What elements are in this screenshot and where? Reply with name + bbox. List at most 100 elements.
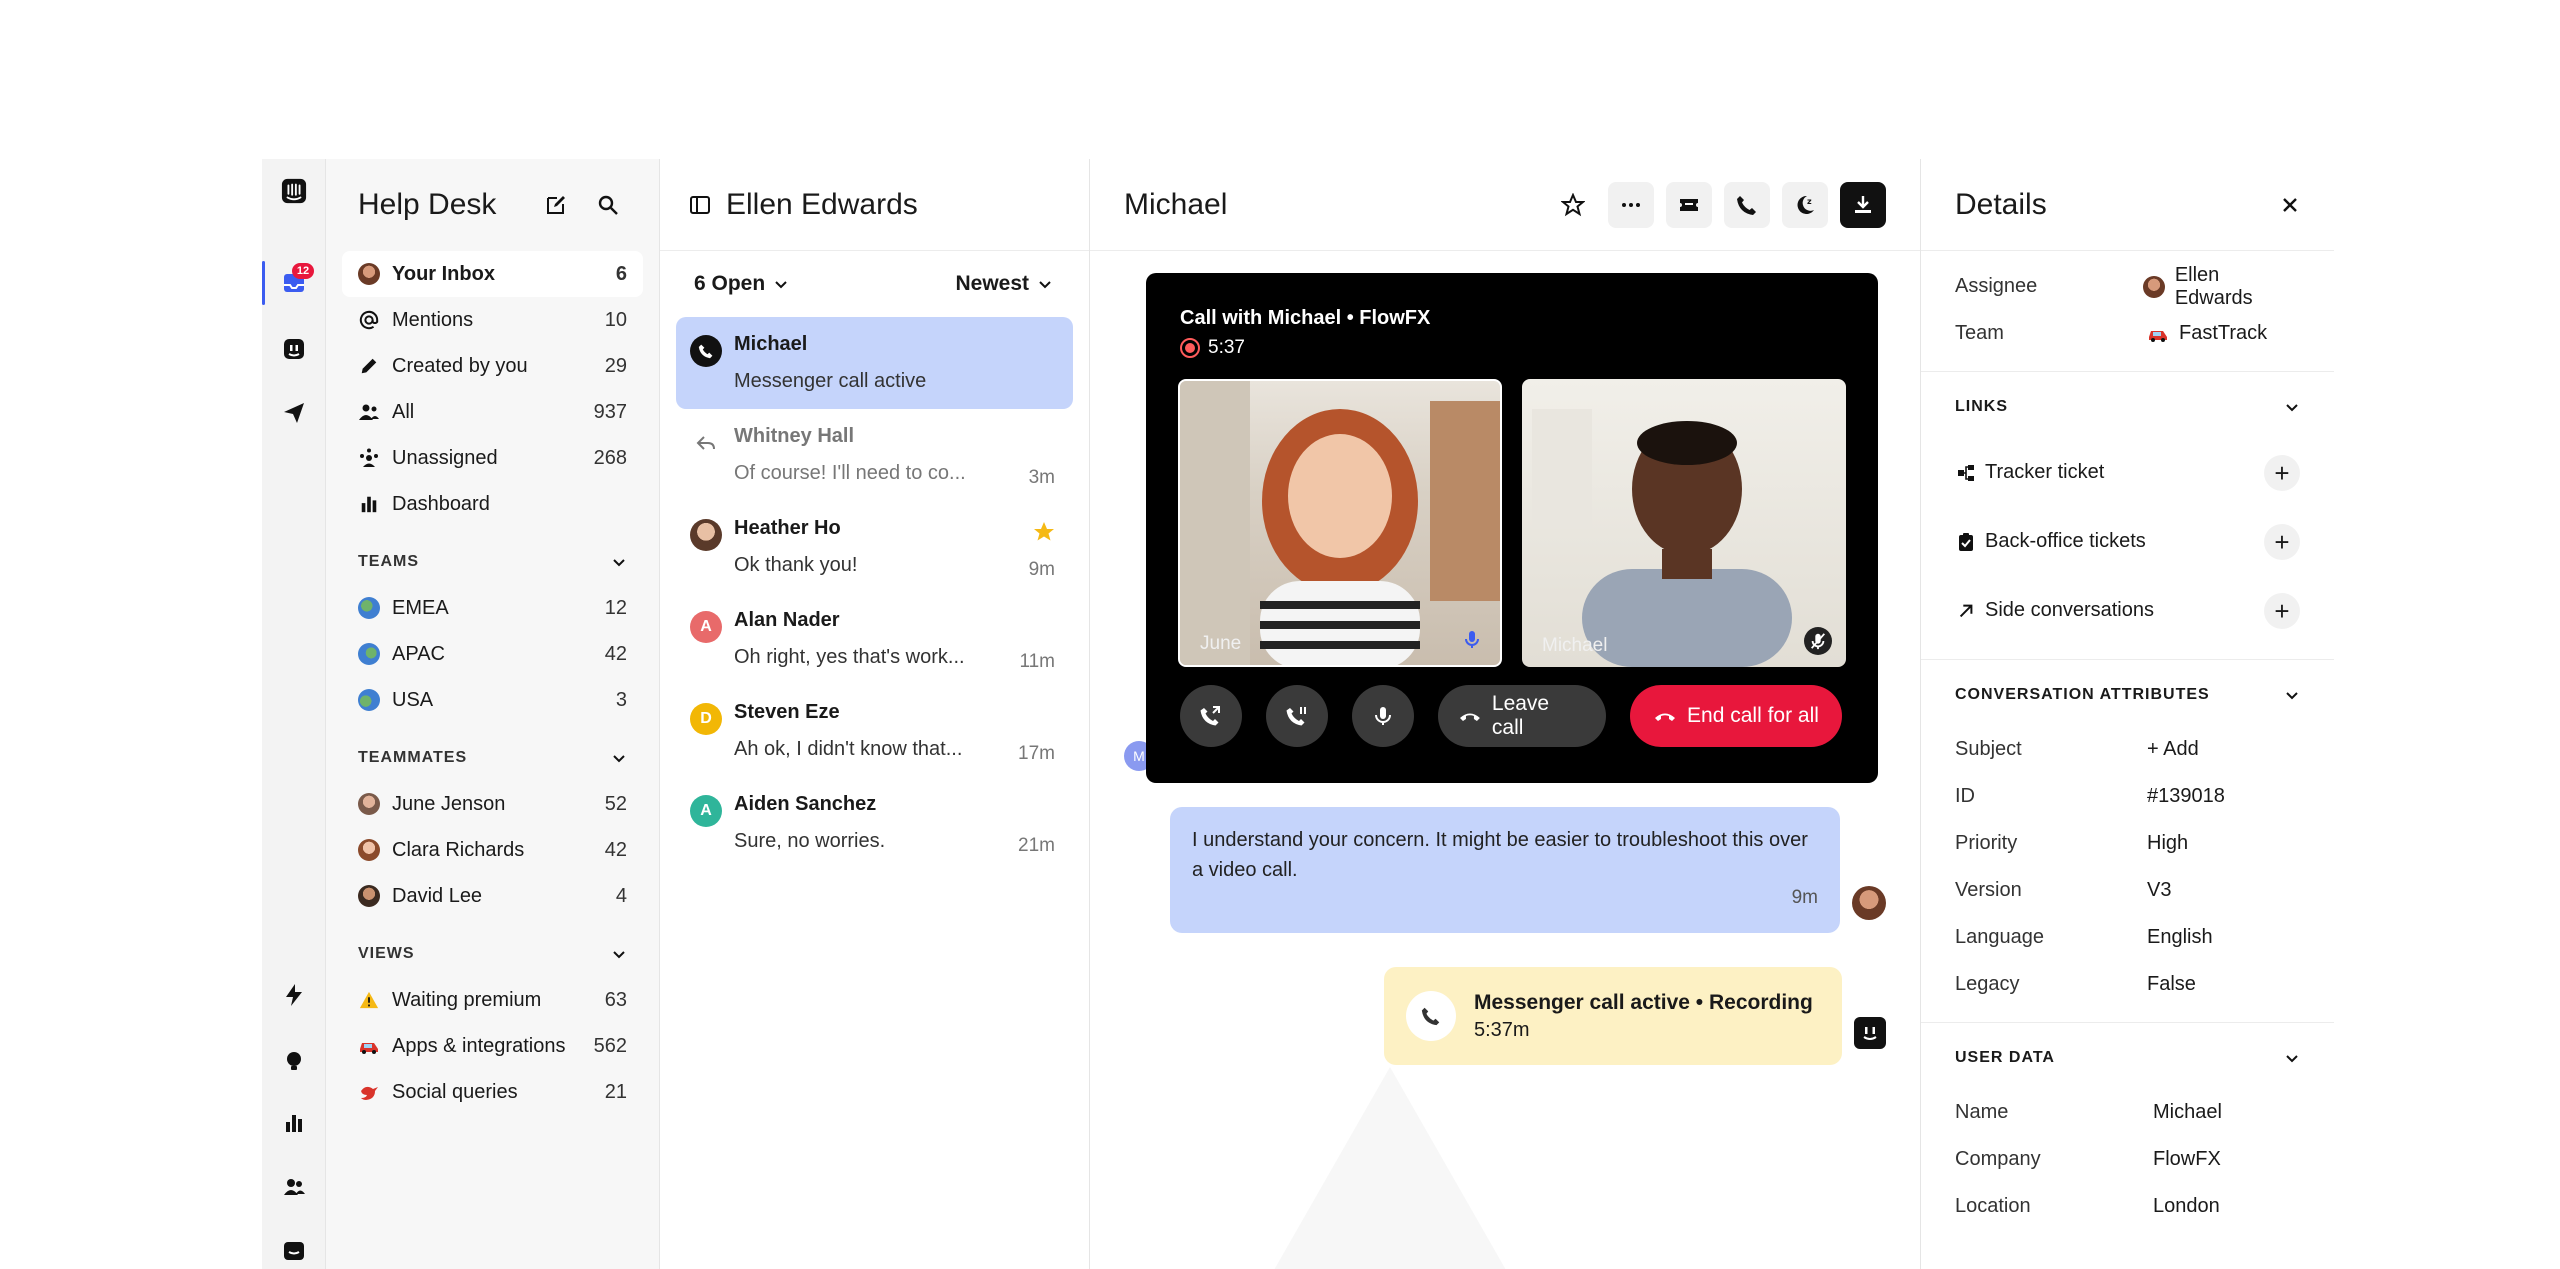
- field-value: V3: [2147, 879, 2172, 901]
- sidebar-item-june-jenson[interactable]: June Jenson 52: [342, 781, 643, 827]
- add-back-office-ticket-button[interactable]: +: [2264, 523, 2300, 560]
- star-button[interactable]: [1550, 182, 1596, 228]
- attribute-subject[interactable]: Subject + Add: [1921, 726, 2334, 773]
- conversation-preview: Ah ok, I didn't know that...: [734, 738, 963, 760]
- attribute-language[interactable]: Language English: [1921, 914, 2334, 961]
- search-icon[interactable]: [589, 186, 627, 224]
- sidebar-item-unassigned[interactable]: Unassigned 268: [342, 435, 643, 481]
- conversation-item-michael[interactable]: Michael Messenger call active: [676, 317, 1073, 409]
- participant-name: June: [1200, 633, 1242, 654]
- views-section-header[interactable]: VIEWS: [342, 919, 643, 977]
- links-block: LINKS Tracker ticket + Back-office ticke…: [1921, 372, 2334, 660]
- sidebar-item-mentions[interactable]: Mentions 10: [342, 297, 643, 343]
- team-row[interactable]: Team FastTrack: [1921, 310, 2334, 357]
- sidebar-item-social-queries[interactable]: Social queries 21: [342, 1069, 643, 1115]
- sidebar-item-all[interactable]: All 937: [342, 389, 643, 435]
- conversation-list: Ellen Edwards 6 Open Newest Michael Mess…: [660, 159, 1090, 1269]
- call-timer: 5:37: [1180, 337, 1245, 359]
- conversation-item-heather-ho[interactable]: Heather Ho Ok thank you! 9m: [676, 501, 1073, 593]
- participant-video-june[interactable]: June: [1178, 379, 1502, 667]
- end-call-label: End call for all: [1687, 704, 1819, 727]
- sidebar-item-count: 268: [593, 446, 627, 469]
- sidebar-item-usa[interactable]: USA 3: [342, 677, 643, 723]
- call-button[interactable]: [1724, 181, 1770, 228]
- field-value: High: [2147, 832, 2189, 854]
- chevron-down-icon: [613, 755, 625, 763]
- sidebar-item-count: 4: [615, 884, 627, 907]
- sidebar-item-dashboard[interactable]: Dashboard: [342, 481, 643, 527]
- conversation-name: Whitney Hall: [734, 425, 855, 447]
- conversation-item-alan-nader[interactable]: A Alan Nader Oh right, yes that's work..…: [676, 593, 1073, 685]
- close-icon[interactable]: [2280, 195, 2300, 215]
- assignee-row[interactable]: Assignee Ellen Edwards: [1921, 263, 2334, 310]
- end-call-for-all-button[interactable]: End call for all: [1630, 685, 1842, 747]
- sidebar-item-david-lee[interactable]: David Lee 4: [342, 873, 643, 919]
- conversation-header: Michael z: [1090, 159, 1920, 251]
- field-label: Location: [1955, 1195, 2031, 1217]
- mute-button[interactable]: [1352, 685, 1414, 747]
- add-side-conversation-button[interactable]: +: [2264, 592, 2300, 629]
- snooze-button[interactable]: z: [1782, 181, 1828, 228]
- ticket-button[interactable]: [1666, 181, 1712, 228]
- teams-section-header[interactable]: TEAMS: [342, 527, 643, 585]
- attribute-version[interactable]: Version V3: [1921, 867, 2334, 914]
- messenger-rail-button[interactable]: [262, 1223, 326, 1269]
- intercom-logo-icon[interactable]: [262, 163, 326, 219]
- compose-icon[interactable]: [537, 186, 575, 224]
- chevron-down-icon: [613, 559, 625, 567]
- status-filter-label: 6 Open: [694, 272, 766, 295]
- add-subject-link[interactable]: + Add: [2147, 738, 2199, 761]
- status-filter-dropdown[interactable]: 6 Open: [694, 272, 789, 296]
- sort-label: Newest: [955, 272, 1029, 295]
- link-tracker-ticket[interactable]: Tracker ticket +: [1921, 438, 2334, 507]
- sidebar-item-created-by-you[interactable]: Created by you 29: [342, 343, 643, 389]
- attribute-id: ID #139018: [1921, 773, 2334, 820]
- attribute-priority[interactable]: Priority High: [1921, 820, 2334, 867]
- conversation-preview: Sure, no worries.: [734, 830, 886, 852]
- avatar: [358, 885, 380, 907]
- links-section-header[interactable]: LINKS: [1921, 376, 2334, 438]
- participant-video-michael[interactable]: Michael: [1522, 379, 1846, 667]
- attribute-legacy[interactable]: Legacy False: [1921, 961, 2334, 1008]
- sidebar-item-count: 10: [604, 308, 627, 331]
- field-label: Company: [1955, 1148, 2041, 1170]
- star-icon[interactable]: [1033, 521, 1055, 543]
- close-conversation-button[interactable]: [1840, 181, 1886, 228]
- conversation-item-steven-eze[interactable]: D Steven Eze Ah ok, I didn't know that..…: [676, 685, 1073, 777]
- section-title: TEAMMATES: [358, 749, 468, 766]
- transfer-call-button[interactable]: [1180, 685, 1242, 747]
- hold-call-button[interactable]: [1266, 685, 1328, 747]
- teammates-section-header[interactable]: TEAMMATES: [342, 723, 643, 781]
- knowledge-rail-button[interactable]: [262, 1033, 326, 1089]
- user-data-block: USER DATA Name Michael Company FlowFX Loca…: [1921, 1023, 2334, 1230]
- reports-rail-button[interactable]: [262, 1095, 326, 1151]
- sidebar-item-apac[interactable]: APAC 42: [342, 631, 643, 677]
- conversation-item-aiden-sanchez[interactable]: A Aiden Sanchez Sure, no worries. 21m: [676, 777, 1073, 869]
- sidebar-item-your-inbox[interactable]: Your Inbox 6: [342, 251, 643, 297]
- contacts-rail-button[interactable]: [262, 1159, 326, 1215]
- section-title: VIEWS: [358, 945, 415, 962]
- more-button[interactable]: [1608, 181, 1654, 228]
- avatar-initial: A: [690, 795, 722, 827]
- conversation-item-whitney-hall[interactable]: Whitney Hall Of course! I'll need to co.…: [676, 409, 1073, 501]
- sidebar-item-clara-richards[interactable]: Clara Richards 42: [342, 827, 643, 873]
- more-icon: [1622, 202, 1640, 207]
- fin-rail-button[interactable]: [262, 321, 326, 377]
- lightbulb-icon: [287, 1052, 301, 1070]
- user-data-section-header[interactable]: USER DATA: [1921, 1027, 2334, 1089]
- sidebar-item-waiting-premium[interactable]: Waiting premium 63: [342, 977, 643, 1023]
- leave-call-button[interactable]: Leave call: [1438, 685, 1606, 747]
- sidebar-item-emea[interactable]: EMEA 12: [342, 585, 643, 631]
- conversation-preview: Of course! I'll need to co...: [734, 462, 966, 484]
- conversation-preview: Messenger call active: [734, 370, 927, 392]
- attributes-section-header[interactable]: CONVERSATION ATTRIBUTES: [1921, 664, 2334, 726]
- sort-dropdown[interactable]: Newest: [955, 272, 1053, 296]
- inbox-rail-button[interactable]: 12: [262, 255, 326, 311]
- automation-rail-button[interactable]: [262, 967, 326, 1023]
- add-tracker-ticket-button[interactable]: +: [2264, 454, 2300, 491]
- link-side-conversations[interactable]: Side conversations +: [1921, 576, 2334, 645]
- outbound-rail-button[interactable]: [262, 385, 326, 441]
- sidebar-item-apps-integrations[interactable]: Apps & integrations 562: [342, 1023, 643, 1069]
- sidebar-toggle-icon[interactable]: [688, 193, 712, 217]
- link-back-office-tickets[interactable]: Back-office tickets +: [1921, 507, 2334, 576]
